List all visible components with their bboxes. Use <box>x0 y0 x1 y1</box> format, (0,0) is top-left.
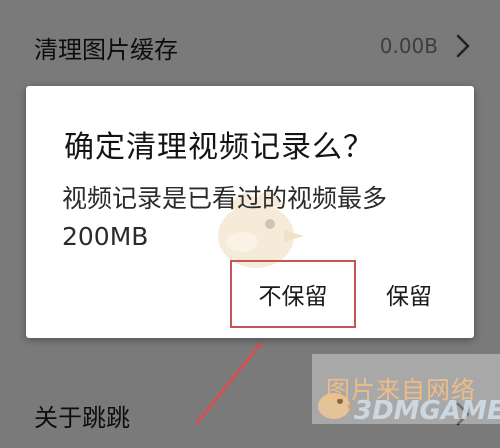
settings-row-clear-image-cache[interactable]: 清理图片缓存 0.00B <box>0 10 500 80</box>
about-label: 关于跳跳 <box>34 404 130 432</box>
cache-size-value: 0.00B <box>379 34 438 58</box>
chevron-right-icon <box>456 34 470 58</box>
clear-image-cache-label: 清理图片缓存 <box>34 36 178 64</box>
keep-button[interactable]: 保留 <box>372 260 446 328</box>
dialog-message: 视频记录是已看过的视频最多200MB <box>62 184 388 251</box>
not-keep-button[interactable]: 不保留 <box>230 260 356 328</box>
dialog-title: 确定清理视频记录么？ <box>64 130 374 165</box>
watermark-text-en: 3DMGAME <box>354 396 500 426</box>
clear-video-history-dialog: 确定清理视频记录么？ 视频记录是已看过的视频最多200MB 不保留 保留 <box>26 86 474 338</box>
